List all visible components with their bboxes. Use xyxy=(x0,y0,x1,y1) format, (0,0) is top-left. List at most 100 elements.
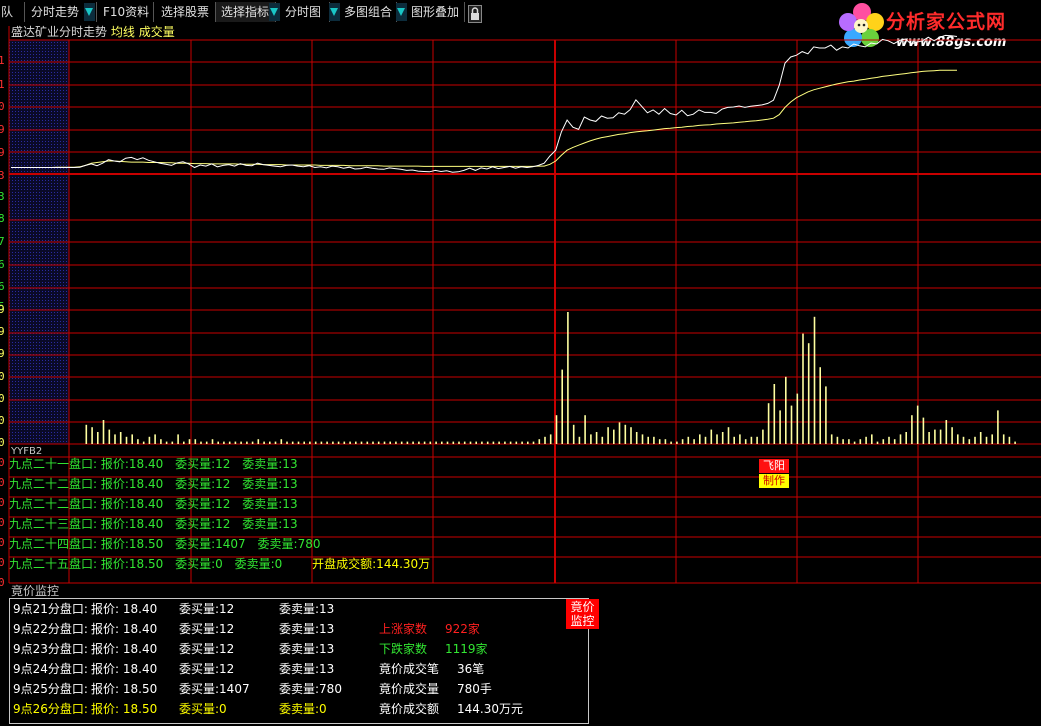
volume-bar xyxy=(257,439,260,444)
auction-title: 竟价监控 xyxy=(11,584,60,598)
stat-value-down: 1119家 xyxy=(445,642,488,656)
stat-label-amount: 竟价成交额 xyxy=(379,702,440,716)
volume-bar xyxy=(481,441,483,444)
volume-bar xyxy=(893,439,896,444)
volume-bar xyxy=(383,441,386,444)
volume-bar xyxy=(871,434,873,444)
volume-bar xyxy=(997,410,999,444)
auction-price: 报价: 18.50 xyxy=(91,702,158,716)
volume-bar xyxy=(848,439,850,444)
zhizuo-badge: 制作 xyxy=(759,474,789,488)
auction-row: 9点23分盘口: 报价: 18.40 委买量:12 委卖量:13 下跌家数 1119家 xyxy=(13,639,488,659)
auction-buy: 委买量:12 xyxy=(179,622,235,636)
volume-bar xyxy=(613,429,615,444)
stat-value-count: 36笔 xyxy=(457,662,485,676)
volume-bar xyxy=(291,441,294,444)
volume-bar xyxy=(601,436,604,444)
volume-bar xyxy=(859,439,862,444)
volume-bar xyxy=(240,441,242,444)
volume-bar xyxy=(263,441,265,444)
volume-bar xyxy=(974,436,976,444)
volume-bar xyxy=(957,434,959,444)
price-axis-label: 1 xyxy=(0,54,5,67)
auction-row: 9点26分盘口: 报价: 18.50 委买量:0 委卖量:0 竟价成交额 144.30万元 xyxy=(13,699,523,719)
ind-sell: 委卖量:13 xyxy=(242,517,298,531)
volume-bar xyxy=(463,441,466,444)
indicator-line: 九点二十二盘口: 报价:18.40 委买量:12 委卖量:13 xyxy=(9,497,298,511)
volume-bar xyxy=(704,436,707,444)
volume-bar xyxy=(716,434,718,444)
volume-bar xyxy=(337,441,340,444)
volume-bar xyxy=(825,386,827,444)
volume-bar xyxy=(498,441,500,444)
price-axis-label: 3 xyxy=(0,169,5,182)
indicator-line: 九点二十三盘口: 报价:18.40 委买量:12 委卖量:13 xyxy=(9,517,298,531)
volume-bar xyxy=(314,441,317,444)
volume-bar xyxy=(538,439,541,444)
volume-bar xyxy=(876,441,879,444)
indicator-line: 九点二十五盘口: 报价:18.50 委买量:0 委卖量:0 开盘成交额:144.… xyxy=(9,557,430,571)
stat-label-count: 竟价成交笔 xyxy=(379,662,440,676)
volume-bar xyxy=(572,424,575,444)
indicator-axis-label: 0 xyxy=(0,476,5,489)
feiyang-badge: 飞阳 xyxy=(759,459,789,473)
indicator-axis-label: 0 xyxy=(0,536,5,549)
volume-bar xyxy=(664,439,667,444)
volume-bar xyxy=(836,436,839,444)
ind-sell: 委卖量:0 xyxy=(234,557,283,571)
volume-bar xyxy=(97,432,99,444)
volume-bar xyxy=(641,434,644,444)
volume-bar xyxy=(624,424,627,444)
auction-sell: 委卖量:13 xyxy=(279,602,335,616)
volume-bar xyxy=(418,441,420,444)
ind-buy: 委买量:12 xyxy=(175,517,231,531)
auction-sell: 委卖量:13 xyxy=(279,662,335,676)
volume-bar xyxy=(228,441,231,444)
volume-bar xyxy=(899,434,902,444)
volume-bar xyxy=(435,441,437,444)
volume-bar xyxy=(320,441,323,444)
stat-value-volume: 780手 xyxy=(457,682,492,696)
volume-bar xyxy=(160,439,162,444)
volume-bar xyxy=(360,441,363,444)
volume-bar xyxy=(280,439,283,444)
volume-bar xyxy=(91,427,93,444)
ind-buy: 委买量:12 xyxy=(175,457,231,471)
stat-label-volume: 竟价成交量 xyxy=(379,682,440,696)
volume-bar xyxy=(699,434,701,444)
volume-bar xyxy=(200,441,202,444)
volume-axis-label: 0 xyxy=(0,392,5,405)
volume-bar xyxy=(773,384,776,444)
stat-value-amount: 144.30万元 xyxy=(457,702,523,716)
ind-price: 报价:18.40 xyxy=(100,477,164,491)
volume-bar xyxy=(85,424,88,444)
ind-prefix: 九点二十五盘口: xyxy=(9,557,98,571)
ind-buy: 委买量:0 xyxy=(175,557,223,571)
volume-bar xyxy=(377,441,380,444)
auction-time: 9点21分盘口: xyxy=(13,602,88,616)
volume-bar xyxy=(647,436,649,444)
ind-buy: 委买量:12 xyxy=(175,477,231,491)
auction-row: 9点24分盘口: 报价: 18.40 委买量:12 委卖量:13 竟价成交笔 36笔 xyxy=(13,659,484,679)
ind-prefix: 九点二十二盘口: xyxy=(9,497,98,511)
indicator-axis-label: 0 xyxy=(0,576,5,589)
volume-axis-label: 0 xyxy=(0,370,5,383)
volume-bar xyxy=(223,441,225,444)
volume-bar xyxy=(366,441,369,444)
ind-sell: 委卖量:13 xyxy=(242,457,298,471)
volume-bar xyxy=(922,417,925,444)
volume-bar xyxy=(888,436,890,444)
volume-bar xyxy=(653,436,655,444)
auction-buy: 委买量:0 xyxy=(179,702,227,716)
volume-bar xyxy=(372,441,374,444)
auction-buy: 委买量:12 xyxy=(179,602,235,616)
volume-bar xyxy=(183,441,185,444)
auction-panel: 竟价 监控 9点21分盘口: 报价: 18.40 委买量:12 委卖量:13 9点22… xyxy=(9,598,599,724)
price-axis-label: 6 xyxy=(0,258,5,271)
auction-price: 报价: 18.40 xyxy=(91,642,158,656)
volume-bar xyxy=(985,436,988,444)
volume-bar xyxy=(458,441,460,444)
volume-bar xyxy=(785,376,787,444)
volume-bar xyxy=(406,441,409,444)
ind-prefix: 九点二十二盘口: xyxy=(9,477,98,491)
